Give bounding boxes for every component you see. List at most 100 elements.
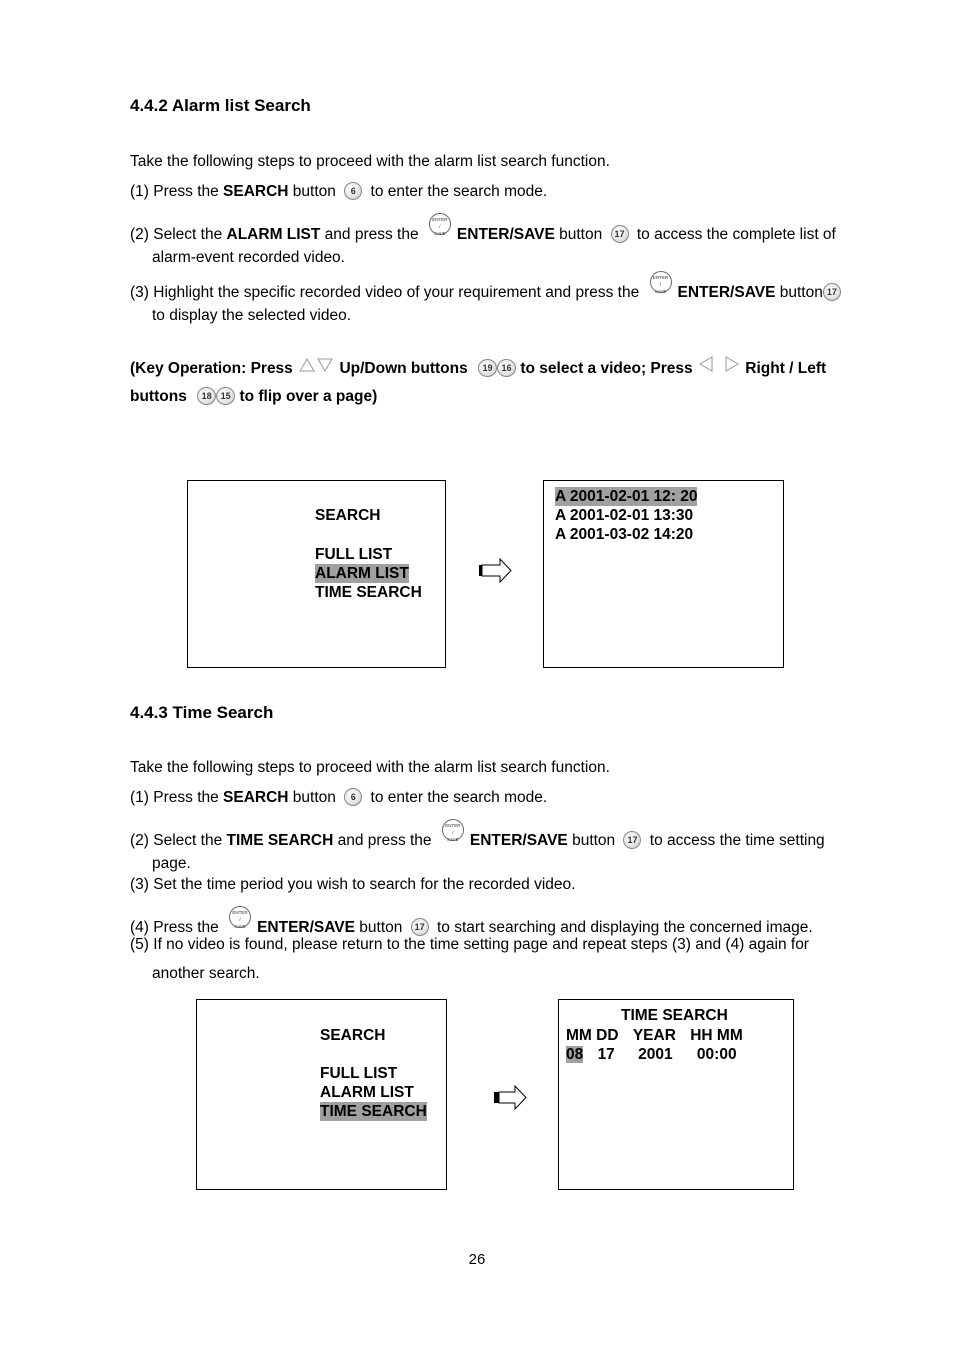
intro-text: Take the following steps to proceed with… <box>130 153 610 170</box>
step-2: (2) Select the ALARM LIST and press the … <box>130 213 836 270</box>
enter-save-label: ENTER/SAVE <box>677 284 776 301</box>
menu-item-alarm-list: ALARM LIST <box>315 564 409 583</box>
step-3: (3) Highlight the specific recorded vide… <box>130 271 845 328</box>
key-op-text: to flip over a page) <box>239 388 378 405</box>
menu-item-time-search: TIME SEARCH <box>320 1102 427 1121</box>
step-text: Set the time period you wish to search f… <box>153 876 576 893</box>
step-1: (1) Press the SEARCH button 6 to enter t… <box>130 786 547 810</box>
step-3: (3) Set the time period you wish to sear… <box>130 873 575 897</box>
step-text: Select the <box>153 226 227 243</box>
step-text: and press the <box>320 226 419 243</box>
alarm-list-screen: A 2001-02-01 12: 20 A 2001-02-01 13:30 A… <box>543 480 784 668</box>
value-day: 17 <box>597 1046 615 1063</box>
menu-item-time-search: TIME SEARCH <box>315 584 422 601</box>
enter-icon-label: ENTER <box>432 217 448 222</box>
step-text: Press the <box>153 183 224 200</box>
value-time: 00:00 <box>696 1046 737 1063</box>
step-number: (5) <box>130 936 149 953</box>
search-button-label: SEARCH <box>223 183 289 200</box>
enter-icon-label: SAVE <box>654 289 667 294</box>
key-op-text: Right / Left <box>745 360 827 377</box>
step-text: button <box>567 832 616 849</box>
step-text: button <box>775 284 823 301</box>
enter-icon-label: / <box>239 917 241 922</box>
header-hhmm: HH MM <box>690 1027 743 1044</box>
step-text: If no video is found, please return to t… <box>153 936 809 953</box>
enter-icon-label: SAVE <box>447 837 459 842</box>
step-text: button <box>288 183 336 200</box>
button-17-icon: 17 <box>610 225 629 243</box>
enter-icon-label: / <box>439 224 441 229</box>
enter-save-icon: ENTER / SAVE <box>441 819 464 842</box>
button-16-icon: 16 <box>497 359 517 377</box>
intro-text: Take the following steps to proceed with… <box>130 759 610 776</box>
step-number: (3) <box>130 876 149 893</box>
value-year: 2001 <box>638 1046 673 1063</box>
step-text-continued: alarm-event recorded video. <box>152 249 345 266</box>
section-heading-alarm-list-search: 4.4.2 Alarm list Search <box>130 96 311 115</box>
time-search-title: TIME SEARCH <box>621 1007 728 1024</box>
enter-icon-label: / <box>452 830 454 835</box>
enter-icon-label: ENTER <box>445 823 461 828</box>
step-2: (2) Select the TIME SEARCH and press the… <box>130 819 825 876</box>
button-15-icon: 15 <box>216 387 236 405</box>
alarm-entry: A 2001-02-01 12: 20 <box>555 487 698 506</box>
enter-icon-label: ENTER <box>232 910 248 915</box>
button-17-icon: 17 <box>623 831 642 849</box>
button-18-icon: 18 <box>197 387 217 405</box>
enter-icon-label: ENTER <box>652 275 669 280</box>
enter-save-icon: ENTER / SAVE <box>229 906 252 929</box>
enter-icon-label: SAVE <box>234 924 246 929</box>
step-text: button <box>288 789 336 806</box>
step-text: Highlight the specific recorded video of… <box>153 284 640 301</box>
key-op-text: to select a video; Press <box>520 360 693 377</box>
alarm-entry: A 2001-02-01 13:30 <box>555 507 694 524</box>
step-text: to enter the search mode. <box>366 183 548 200</box>
value-month: 08 <box>566 1046 584 1063</box>
enter-save-label: ENTER/SAVE <box>456 226 555 243</box>
menu-title: SEARCH <box>320 1027 386 1044</box>
header-mm: MM <box>566 1027 592 1044</box>
enter-save-icon: ENTER / SAVE <box>649 271 672 294</box>
menu-item-full-list: FULL LIST <box>320 1065 398 1082</box>
time-search-label: TIME SEARCH <box>226 832 334 849</box>
search-button-label: SEARCH <box>223 789 289 806</box>
key-op-text: buttons <box>130 388 187 405</box>
key-operation-note: (Key Operation: Press Up/Down buttons 19… <box>130 355 826 411</box>
section-heading-time-search: 4.4.3 Time Search <box>130 703 274 722</box>
time-value-row: 08 17 2001 00:00 <box>566 1045 737 1064</box>
enter-save-label: ENTER/SAVE <box>469 832 568 849</box>
alarm-entry: A 2001-03-02 14:20 <box>555 526 694 543</box>
header-dd: DD <box>596 1027 619 1044</box>
enter-icon-label: / <box>659 282 662 287</box>
button-19-icon: 19 <box>478 359 498 377</box>
menu-title: SEARCH <box>315 507 381 524</box>
search-menu-screen: SEARCH FULL LIST ALARM LIST TIME SEARCH <box>187 480 446 668</box>
step-text: Select the <box>153 832 227 849</box>
step-text: and press the <box>333 832 432 849</box>
enter-save-icon: ENTER / SAVE <box>428 213 451 236</box>
time-header-row: MM DD YEAR HH MM <box>566 1026 743 1045</box>
header-year: YEAR <box>632 1027 676 1044</box>
alarm-list-label: ALARM LIST <box>226 226 321 243</box>
menu-item-full-list: FULL LIST <box>315 546 393 563</box>
step-text: to enter the search mode. <box>366 789 548 806</box>
up-down-arrows-icon <box>299 358 333 372</box>
key-op-text: Up/Down buttons <box>339 360 468 377</box>
menu-item-alarm-list: ALARM LIST <box>320 1084 414 1101</box>
right-arrow-icon <box>479 558 512 584</box>
search-menu-screen: SEARCH FULL LIST ALARM LIST TIME SEARCH <box>196 999 447 1190</box>
step-number: (2) <box>130 832 149 849</box>
enter-icon-label: SAVE <box>434 231 446 236</box>
page-number: 26 <box>468 1251 486 1268</box>
step-text: button <box>554 226 603 243</box>
button-6-icon: 6 <box>344 182 363 200</box>
step-text-continued: another search. <box>152 965 260 982</box>
step-5: (5) If no video is found, please return … <box>130 930 809 988</box>
key-op-text: (Key Operation: Press <box>130 360 293 377</box>
left-right-arrows-icon <box>698 356 739 372</box>
step-number: (1) <box>130 789 149 806</box>
time-search-screen: TIME SEARCH MM DD YEAR HH MM 08 17 2001 … <box>558 999 794 1190</box>
step-number: (2) <box>130 226 149 243</box>
step-text: to access the time setting <box>645 832 825 849</box>
